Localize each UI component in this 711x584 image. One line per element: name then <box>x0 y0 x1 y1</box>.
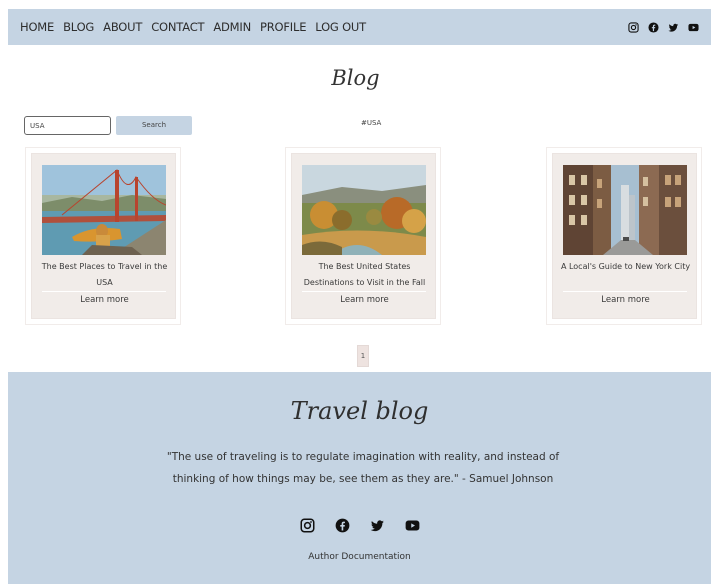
twitter-icon[interactable] <box>668 22 679 33</box>
footer: Travel blog "The use of traveling is to … <box>8 372 711 584</box>
search-tag: #USA <box>361 119 382 127</box>
learn-more-link[interactable]: Learn more <box>38 295 171 305</box>
learn-more-link[interactable]: Learn more <box>559 295 692 305</box>
nav-link-blog[interactable]: BLOG <box>63 20 94 34</box>
footer-social-icons <box>8 518 711 533</box>
post-image-golden-gate[interactable] <box>42 165 166 255</box>
card-divider <box>563 291 687 292</box>
post-card-inner: The Best Places to Travel in the USA Lea… <box>31 153 176 319</box>
post-image-new-york[interactable] <box>563 165 687 255</box>
post-title: The Best Places to Travel in the USA <box>41 262 168 287</box>
nav-links: HOME BLOG ABOUT CONTACT ADMIN PROFILE LO… <box>20 20 375 34</box>
nav-link-home[interactable]: HOME <box>20 20 54 34</box>
footer-title: Travel blog <box>290 397 429 425</box>
post-card: The Best Places to Travel in the USA Lea… <box>25 147 181 325</box>
post-card-inner: The Best United States Destinations to V… <box>291 153 436 319</box>
facebook-icon[interactable] <box>648 21 659 33</box>
nav-social-icons <box>628 21 699 33</box>
author-documentation-link[interactable]: Author Documentation <box>8 552 711 562</box>
nav-link-admin[interactable]: ADMIN <box>213 20 251 34</box>
youtube-icon[interactable] <box>405 518 420 533</box>
card-divider <box>302 291 426 292</box>
facebook-icon[interactable] <box>335 518 350 533</box>
card-divider <box>42 291 166 292</box>
page-title: Blog <box>331 66 380 90</box>
nav-link-profile[interactable]: PROFILE <box>260 20 306 34</box>
post-title: A Local's Guide to New York City <box>560 262 691 271</box>
post-card-inner: A Local's Guide to New York City Learn m… <box>552 153 697 319</box>
nav-link-logout[interactable]: LOG OUT <box>315 20 366 34</box>
youtube-icon[interactable] <box>688 22 699 33</box>
search-input[interactable] <box>24 116 111 135</box>
post-card: A Local's Guide to New York City Learn m… <box>546 147 702 325</box>
post-image-autumn[interactable] <box>302 165 426 255</box>
post-card: The Best United States Destinations to V… <box>285 147 441 325</box>
top-navbar: HOME BLOG ABOUT CONTACT ADMIN PROFILE LO… <box>8 9 711 45</box>
search-button[interactable]: Search <box>116 116 192 135</box>
twitter-icon[interactable] <box>370 518 385 533</box>
learn-more-link[interactable]: Learn more <box>298 295 431 305</box>
post-title: The Best United States Destinations to V… <box>303 262 426 287</box>
instagram-icon[interactable] <box>300 518 315 533</box>
nav-link-contact[interactable]: CONTACT <box>151 20 204 34</box>
footer-quote: "The use of traveling is to regulate ima… <box>166 451 560 485</box>
nav-link-about[interactable]: ABOUT <box>103 20 142 34</box>
instagram-icon[interactable] <box>628 21 639 33</box>
pagination-page-button[interactable]: 1 <box>357 345 369 367</box>
